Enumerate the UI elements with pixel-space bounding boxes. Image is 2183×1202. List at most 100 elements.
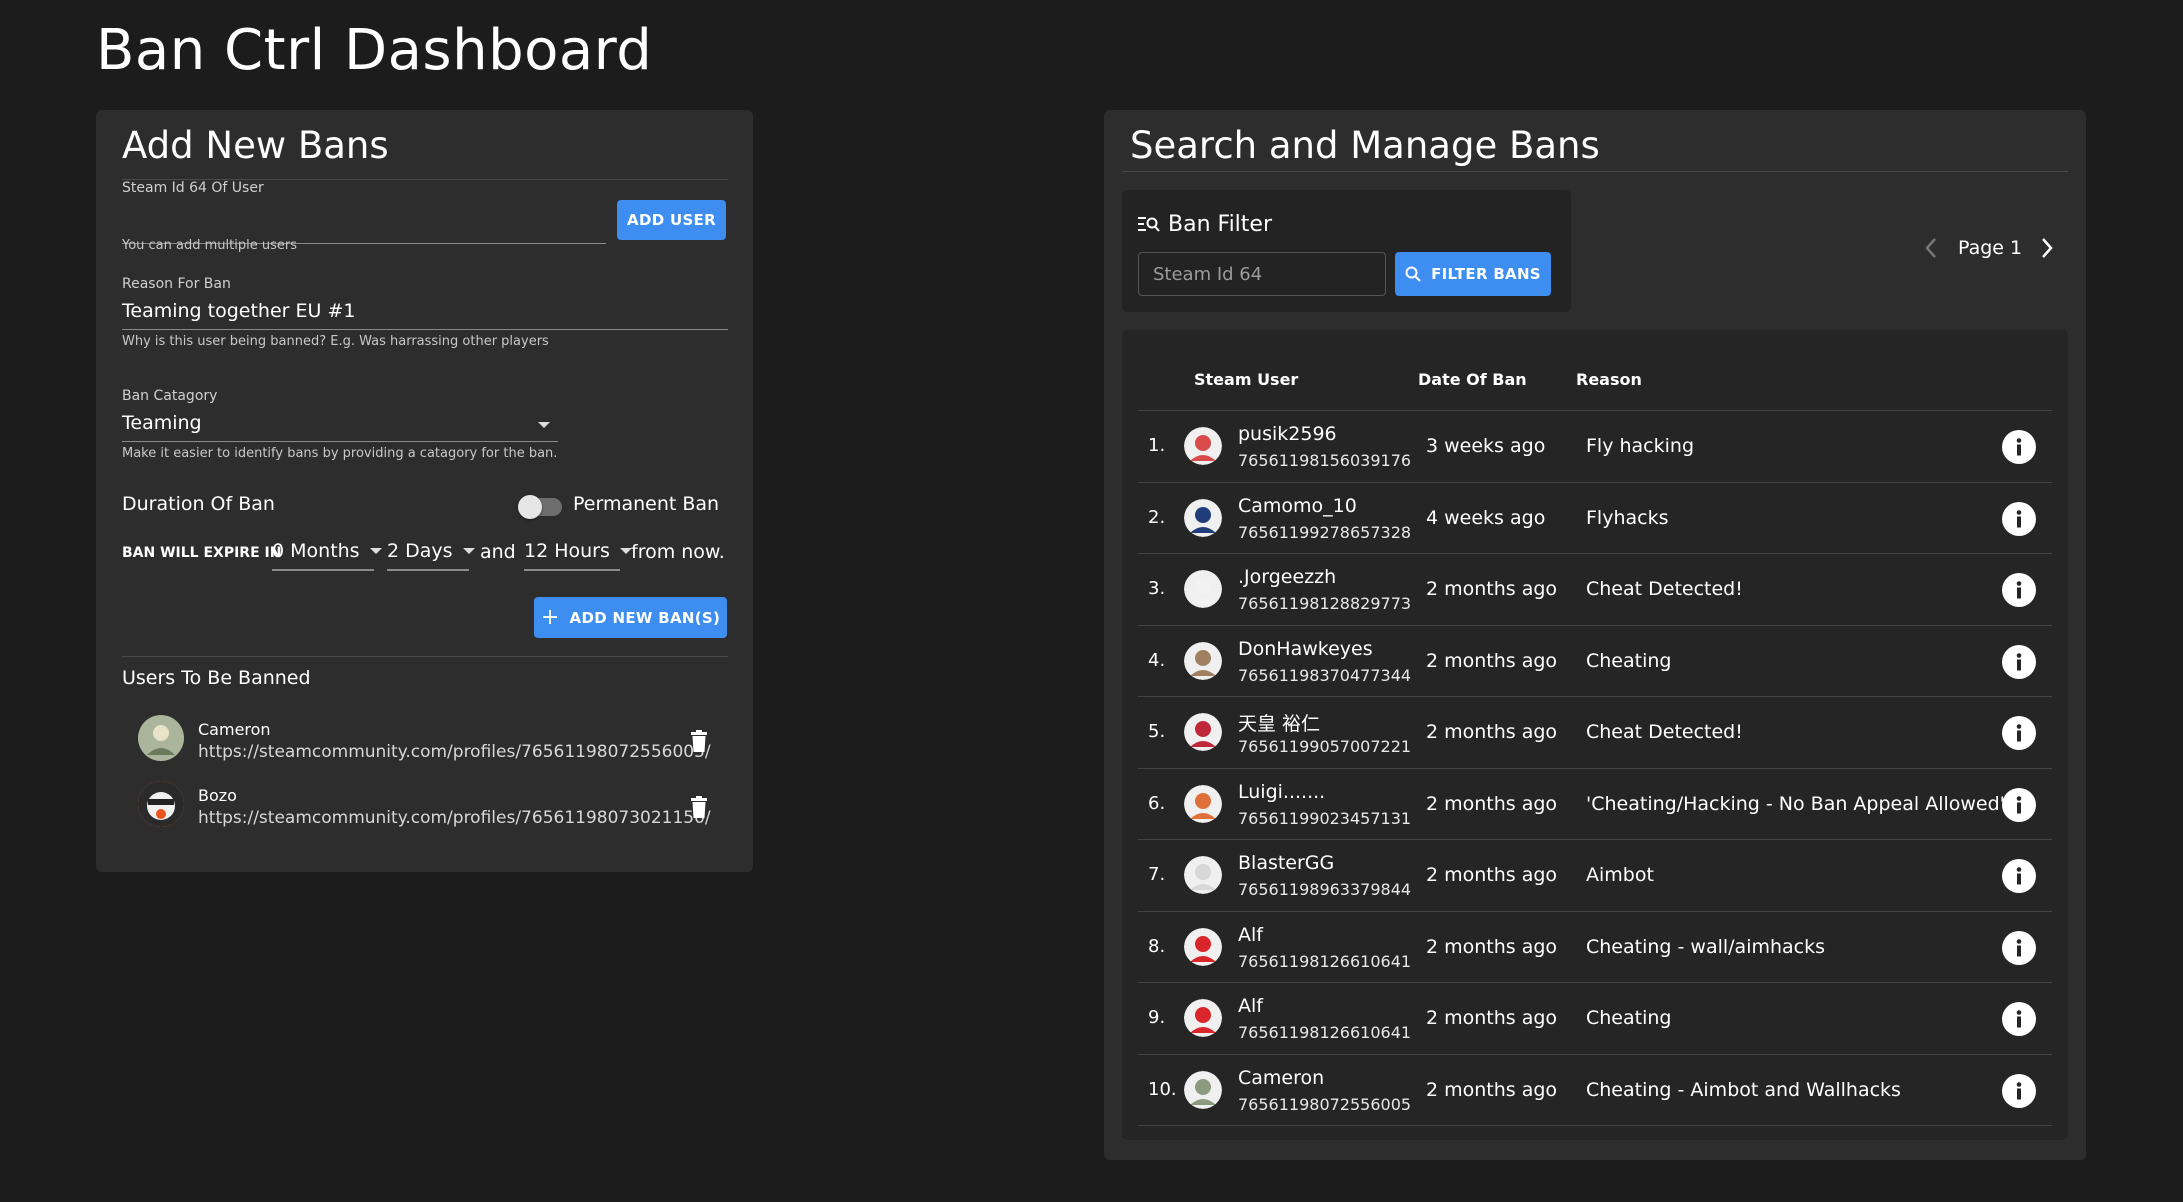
steam-id: 76561198072556005 bbox=[1238, 1094, 1412, 1114]
steam-id: 76561198370477344 bbox=[1238, 665, 1412, 685]
days-select[interactable]: 2 Days bbox=[387, 540, 475, 562]
table-row: 6. Luigi....... 76561199023457131 2 months … bbox=[1138, 767, 2052, 840]
chevron-down-icon bbox=[462, 548, 475, 554]
steam-user-name[interactable]: pusik2596 bbox=[1238, 423, 1337, 445]
ban-reason: Aimbot bbox=[1586, 864, 1654, 886]
table-bottom-border bbox=[1138, 1125, 2052, 1126]
info-icon[interactable] bbox=[2002, 501, 2036, 536]
steam-id-helper: You can add multiple users bbox=[122, 238, 297, 253]
table-row: 9. Alf 76561198126610641 2 months ago Cheati… bbox=[1138, 982, 2052, 1054]
steam-id: 76561198128829773 bbox=[1238, 594, 1412, 613]
ban-reason: Cheat Detected! bbox=[1586, 578, 1743, 600]
filter-search-icon bbox=[1138, 217, 1160, 232]
ban-reason: Flyhacks bbox=[1586, 506, 1669, 529]
row-index: 7. bbox=[1148, 864, 1166, 885]
ban-date: 2 months ago bbox=[1426, 1078, 1558, 1101]
row-index: 9. bbox=[1148, 1007, 1166, 1028]
steam-user-name[interactable]: BlasterGG bbox=[1238, 852, 1334, 874]
permanent-ban-label: Permanent Ban bbox=[573, 493, 720, 515]
page-title: Ban Ctrl Dashboard bbox=[96, 18, 653, 83]
steam-user-name[interactable]: Alf bbox=[1238, 924, 1263, 946]
row-index: 5. bbox=[1148, 721, 1166, 742]
reason-helper: Why is this user being banned? E.g. Was … bbox=[122, 334, 549, 349]
steam-id-filter-input[interactable]: Steam Id 64 bbox=[1138, 252, 1386, 296]
steam-user-name[interactable]: 天皇 裕仁 bbox=[1238, 709, 1320, 736]
avatar bbox=[1184, 927, 1222, 966]
user-url[interactable]: https://steamcommunity.com/profiles/7656… bbox=[198, 742, 711, 762]
ban-filter-panel: Ban Filter Steam Id 64 FILTER BANS bbox=[1122, 190, 1571, 312]
permanent-ban-toggle[interactable] bbox=[518, 495, 562, 519]
search-icon bbox=[1405, 266, 1421, 282]
reason-input[interactable]: Teaming together EU #1 bbox=[122, 294, 728, 330]
page-label: Page 1 bbox=[1958, 237, 2023, 259]
steam-id: 76561198963379844 bbox=[1238, 880, 1412, 899]
avatar bbox=[1184, 641, 1222, 680]
ban-reason: Cheating - wall/aimhacks bbox=[1586, 935, 1826, 958]
divider bbox=[1122, 171, 2068, 172]
add-user-button[interactable]: ADD USER bbox=[617, 200, 726, 240]
row-index: 3. bbox=[1148, 578, 1166, 599]
ban-filter-title: Ban Filter bbox=[1168, 212, 1272, 237]
steam-user-name[interactable]: Luigi....... bbox=[1238, 781, 1325, 803]
info-icon[interactable] bbox=[2002, 1002, 2036, 1036]
months-select[interactable]: 0 Months bbox=[272, 540, 382, 562]
filter-bans-button[interactable]: FILTER BANS bbox=[1395, 252, 1551, 296]
ban-date: 2 months ago bbox=[1426, 1007, 1558, 1029]
ban-reason: Cheating bbox=[1586, 1007, 1672, 1029]
hours-underline bbox=[524, 569, 620, 571]
steam-user-name[interactable]: DonHawkeyes bbox=[1238, 638, 1373, 660]
steam-id: 76561198126610641 bbox=[1238, 951, 1412, 971]
avatar bbox=[1184, 570, 1222, 608]
column-header-reason: Reason bbox=[1576, 370, 1642, 389]
months-value: 0 Months bbox=[272, 540, 360, 562]
add-new-bans-label: ADD NEW BAN(S) bbox=[569, 608, 721, 627]
add-bans-title: Add New Bans bbox=[122, 124, 389, 167]
expire-suffix: from now. bbox=[631, 541, 725, 563]
steam-user-name[interactable]: Alf bbox=[1238, 995, 1263, 1017]
info-icon[interactable] bbox=[2002, 930, 2036, 965]
table-row: 7. BlasterGG 76561198963379844 2 months ago… bbox=[1138, 839, 2052, 911]
category-label: Ban Catagory bbox=[122, 388, 218, 404]
avatar bbox=[1184, 856, 1222, 894]
table-row: 1. pusik2596 76561198156039176 3 weeks ago F… bbox=[1138, 410, 2052, 482]
filter-bans-label: FILTER BANS bbox=[1431, 265, 1541, 283]
trash-icon[interactable] bbox=[690, 796, 708, 818]
column-header-date: Date Of Ban bbox=[1418, 370, 1527, 389]
info-icon[interactable] bbox=[2002, 1073, 2036, 1108]
chevron-right-icon[interactable] bbox=[2040, 236, 2054, 260]
info-icon[interactable] bbox=[2002, 573, 2036, 607]
steam-id-label: Steam Id 64 Of User bbox=[122, 180, 264, 196]
bans-table: Steam User Date Of Ban Reason 1. pusik259… bbox=[1122, 330, 2068, 1140]
table-row: 10. Cameron 76561198072556005 2 months ago C… bbox=[1138, 1053, 2052, 1126]
manage-bans-card: Search and Manage Bans Ban Filter Steam … bbox=[1104, 110, 2086, 1160]
list-item: Bozo https://steamcommunity.com/profiles… bbox=[138, 776, 728, 836]
info-icon[interactable] bbox=[2002, 430, 2036, 464]
info-icon[interactable] bbox=[2002, 644, 2036, 679]
user-url[interactable]: https://steamcommunity.com/profiles/7656… bbox=[198, 808, 711, 828]
hours-select[interactable]: 12 Hours bbox=[524, 540, 632, 562]
ban-date: 2 months ago bbox=[1426, 721, 1558, 743]
steam-id: 76561198156039176 bbox=[1238, 451, 1412, 470]
months-underline bbox=[272, 569, 374, 571]
info-icon[interactable] bbox=[2002, 859, 2036, 893]
duration-label: Duration Of Ban bbox=[122, 493, 275, 515]
info-icon[interactable] bbox=[2002, 716, 2036, 750]
trash-icon[interactable] bbox=[690, 730, 708, 752]
manage-bans-title: Search and Manage Bans bbox=[1130, 124, 1600, 167]
expire-label: BAN WILL EXPIRE IN bbox=[122, 545, 282, 561]
ban-reason: Cheating - Aimbot and Wallhacks bbox=[1586, 1078, 1901, 1101]
steam-user-name[interactable]: Camomo_10 bbox=[1238, 495, 1357, 517]
chevron-left-icon[interactable] bbox=[1924, 236, 1938, 260]
category-select[interactable]: Teaming bbox=[122, 406, 558, 442]
avatar bbox=[138, 781, 184, 827]
add-new-bans-button[interactable]: + ADD NEW BAN(S) bbox=[534, 597, 727, 638]
table-row: 8. Alf 76561198126610641 2 months ago Cheati… bbox=[1138, 910, 2052, 983]
info-icon[interactable] bbox=[2002, 787, 2036, 822]
steam-user-name[interactable]: .Jorgeezzh bbox=[1238, 566, 1336, 588]
reason-value: Teaming together EU #1 bbox=[122, 300, 356, 322]
ban-reason: Fly hacking bbox=[1586, 435, 1695, 457]
avatar bbox=[1184, 999, 1222, 1037]
ban-date: 3 weeks ago bbox=[1426, 435, 1546, 457]
user-name: Cameron bbox=[198, 720, 271, 739]
steam-user-name[interactable]: Cameron bbox=[1238, 1067, 1324, 1089]
